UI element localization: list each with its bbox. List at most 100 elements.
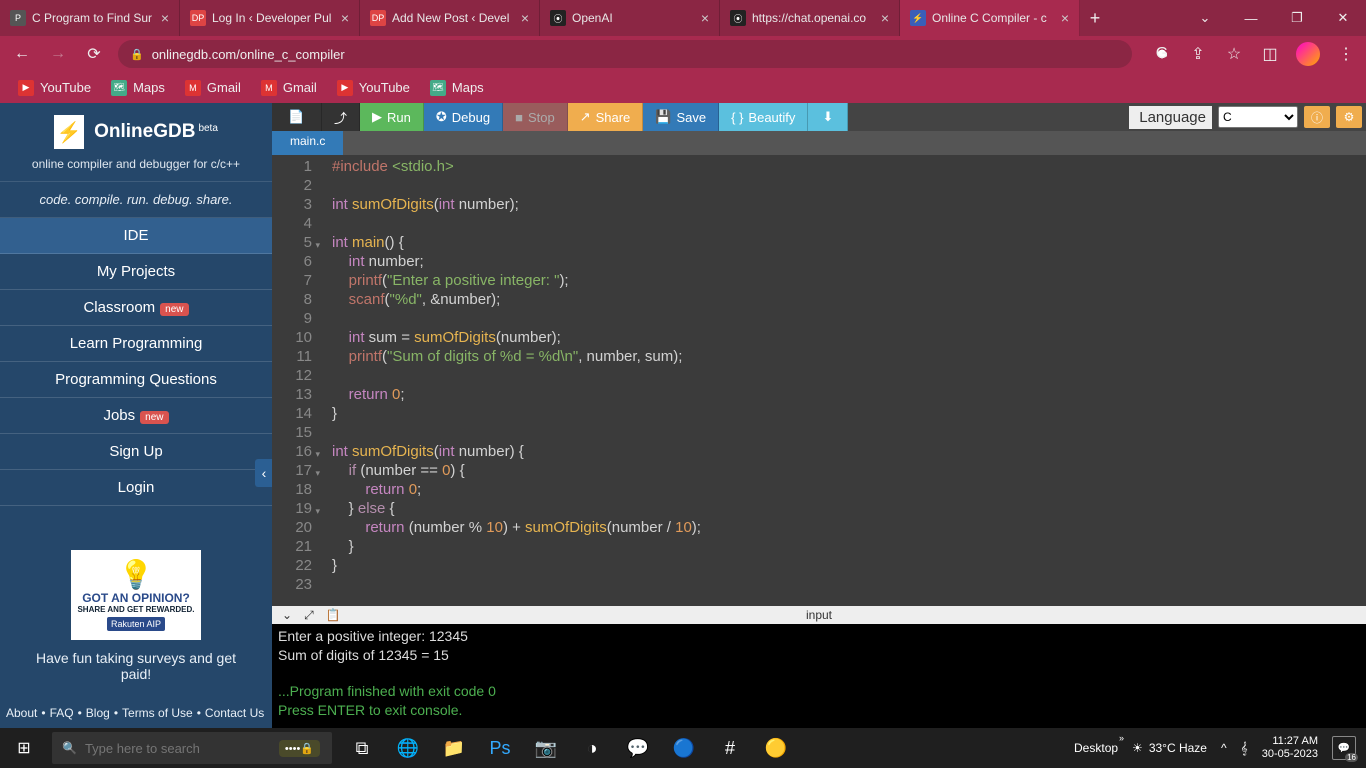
button-label: Run xyxy=(387,110,411,125)
tray-chevron-icon[interactable]: ^ xyxy=(1221,741,1227,755)
share-icon[interactable]: ⇪ xyxy=(1188,44,1208,64)
download-button[interactable]: ⬇ xyxy=(808,103,848,131)
browser-tab[interactable]: PC Program to Find Sur× xyxy=(0,0,180,36)
console-output[interactable]: Enter a positive integer: 12345 Sum of d… xyxy=(272,624,1366,728)
close-icon[interactable]: × xyxy=(341,10,349,26)
new-file-button[interactable]: 📄 xyxy=(272,103,322,131)
bookmark-item[interactable]: ▶YouTube xyxy=(329,76,418,100)
ad-box[interactable]: 💡 GOT AN OPINION? SHARE AND GET REWARDED… xyxy=(71,550,201,640)
copy-icon[interactable]: 📋 xyxy=(326,608,341,623)
close-icon[interactable]: × xyxy=(161,10,169,26)
bookmark-item[interactable]: MGmail xyxy=(253,76,325,100)
button-label: Share xyxy=(596,110,631,125)
taskbar-search[interactable]: 🔍 ••••🔒 xyxy=(52,732,332,764)
chevron-down-icon[interactable]: ⌄ xyxy=(282,608,292,623)
sidebar-item-projects[interactable]: My Projects xyxy=(0,254,272,290)
debug-button[interactable]: ✪Debug xyxy=(424,103,503,131)
close-icon[interactable]: × xyxy=(701,10,709,26)
code-editor[interactable]: 1234 5▾6789 101112131415 16▾17▾18 19▾202… xyxy=(272,155,1366,606)
new-tab-button[interactable]: + xyxy=(1080,0,1110,36)
sidebar-item-ide[interactable]: IDE xyxy=(0,218,272,254)
footer-link[interactable]: Contact Us xyxy=(205,706,264,720)
chevron-down-icon[interactable]: ⌄ xyxy=(1182,0,1228,36)
close-icon[interactable]: × xyxy=(1061,10,1069,26)
window-controls: ⌄ — ❐ ✕ xyxy=(1182,0,1366,36)
browser-tab-active[interactable]: ⚡Online C Compiler - c× xyxy=(900,0,1080,36)
google-icon[interactable]: G xyxy=(1152,44,1172,64)
footer-link[interactable]: Blog xyxy=(86,706,110,720)
tab-title: Log In ‹ Developer Pul xyxy=(212,11,335,25)
start-button[interactable]: ⊞ xyxy=(0,728,48,768)
donate-button[interactable]: ⓘ xyxy=(1304,106,1330,128)
sidebar-item-questions[interactable]: Programming Questions xyxy=(0,362,272,398)
url-input[interactable]: 🔒 onlinegdb.com/online_c_compiler xyxy=(118,40,1132,68)
desktop-toolbar[interactable]: Desktop xyxy=(1074,741,1118,755)
extensions-icon[interactable]: ◫ xyxy=(1260,44,1280,64)
menu-icon[interactable]: ⋮ xyxy=(1336,44,1356,64)
close-icon[interactable]: × xyxy=(881,10,889,26)
forward-button[interactable]: → xyxy=(46,45,70,63)
whatsapp-icon[interactable]: 💬 xyxy=(616,728,660,768)
beautify-button[interactable]: { }Beautify xyxy=(719,103,808,131)
reload-button[interactable]: ⟳ xyxy=(82,44,106,64)
weather-widget[interactable]: ☀33°C Haze xyxy=(1132,741,1207,755)
subtitle: online compiler and debugger for c/c++ xyxy=(0,153,272,181)
sidebar-item-signup[interactable]: Sign Up xyxy=(0,434,272,470)
ad-sub: SHARE AND GET REWARDED. xyxy=(75,605,197,614)
sidebar-item-login[interactable]: Login xyxy=(0,470,272,506)
maximize-button[interactable]: ❐ xyxy=(1274,0,1320,36)
instagram-icon[interactable]: 📷 xyxy=(524,728,568,768)
tab-title: C Program to Find Sur xyxy=(32,11,155,25)
back-button[interactable]: ← xyxy=(10,45,34,63)
footer-link[interactable]: Terms of Use xyxy=(122,706,193,720)
clock[interactable]: 11:27 AM30-05-2023 xyxy=(1262,735,1318,761)
button-label: Stop xyxy=(528,110,555,125)
run-button[interactable]: ▶Run xyxy=(360,103,424,131)
browser-tab[interactable]: ⦿https://chat.openai.co× xyxy=(720,0,900,36)
stop-button[interactable]: ■Stop xyxy=(503,103,568,131)
bug-icon: ✪ xyxy=(436,109,447,125)
tab-title: Add New Post ‹ Devel xyxy=(392,11,515,25)
language-select[interactable]: C xyxy=(1218,106,1298,128)
console-line: Press ENTER to exit console. xyxy=(278,702,462,718)
browser-tab[interactable]: DP Add New Post ‹ Devel × xyxy=(360,0,540,36)
profile-avatar[interactable] xyxy=(1296,42,1320,66)
photoshop-icon[interactable]: Ps xyxy=(478,728,522,768)
upload-button[interactable]: ⤴ xyxy=(322,103,360,131)
code-body[interactable]: #include <stdio.h> int sumOfDigits(int n… xyxy=(322,155,1366,606)
expand-icon[interactable]: ⤢ xyxy=(304,608,314,623)
sidebar-item-classroom[interactable]: Classroomnew xyxy=(0,290,272,326)
minimize-button[interactable]: — xyxy=(1228,0,1274,36)
bookmark-item[interactable]: 🗺Maps xyxy=(422,76,492,100)
settings-button[interactable]: ⚙ xyxy=(1336,106,1362,128)
browser-tab[interactable]: ⦿OpenAI× xyxy=(540,0,720,36)
bookmark-item[interactable]: 🗺Maps xyxy=(103,76,173,100)
sidebar-item-learn[interactable]: Learn Programming xyxy=(0,326,272,362)
clock-date: 30-05-2023 xyxy=(1262,748,1318,761)
task-view-button[interactable]: ⧉ xyxy=(340,728,384,768)
copilot-icon[interactable]: ◑ xyxy=(570,728,614,768)
slack-icon[interactable]: # xyxy=(708,728,752,768)
browser-tab[interactable]: DPLog In ‹ Developer Pul× xyxy=(180,0,360,36)
footer-link[interactable]: About xyxy=(6,706,37,720)
bookmark-item[interactable]: MGmail xyxy=(177,76,249,100)
share-button[interactable]: ↗Share xyxy=(568,103,644,131)
explorer-icon[interactable]: 📁 xyxy=(432,728,476,768)
footer-link[interactable]: FAQ xyxy=(50,706,74,720)
chrome-canary-icon[interactable]: 🟡 xyxy=(754,728,798,768)
button-label: Beautify xyxy=(748,110,795,125)
star-icon[interactable]: ☆ xyxy=(1224,44,1244,64)
favicon: DP xyxy=(370,10,386,26)
edge-icon[interactable]: 🌐 xyxy=(386,728,430,768)
input-indicator-icon[interactable]: 𝄞 xyxy=(1241,741,1248,756)
search-input[interactable] xyxy=(85,741,269,756)
collapse-button[interactable]: ‹ xyxy=(255,459,273,487)
save-button[interactable]: 💾Save xyxy=(643,103,719,131)
sidebar-item-jobs[interactable]: Jobsnew xyxy=(0,398,272,434)
file-tab-main[interactable]: main.c xyxy=(272,131,343,155)
notifications-button[interactable]: 💬16 xyxy=(1332,736,1356,760)
close-button[interactable]: ✕ xyxy=(1320,0,1366,36)
chrome-icon[interactable]: 🔵 xyxy=(662,728,706,768)
close-icon[interactable]: × xyxy=(521,10,529,26)
bookmark-item[interactable]: ▶YouTube xyxy=(10,76,99,100)
